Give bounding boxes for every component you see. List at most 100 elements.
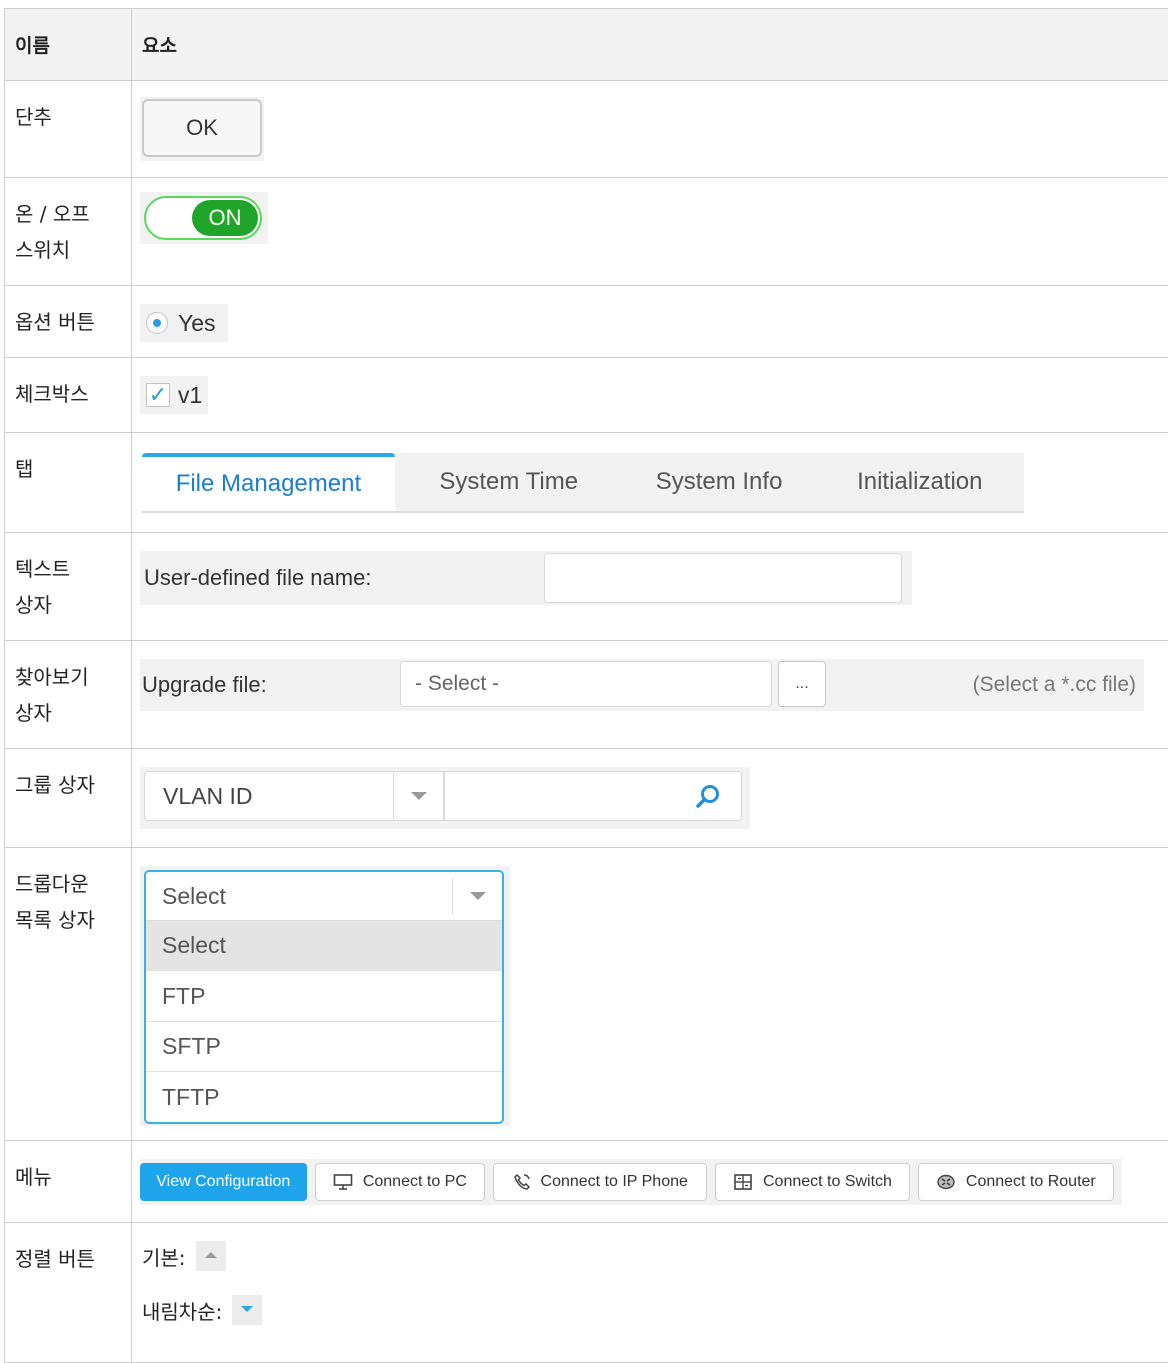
- browse-sample: Upgrade file: - Select - ... (Select a *…: [140, 659, 1144, 711]
- dropdown-option[interactable]: Select: [146, 921, 502, 971]
- row-name-text: 텍스트: [15, 551, 131, 587]
- connect-to-pc-button[interactable]: Connect to PC: [315, 1163, 486, 1201]
- row-element: File Management System Time System Info …: [132, 433, 1168, 533]
- tab-system-info[interactable]: System Info: [623, 453, 816, 511]
- row-tabs: 탭 File Management System Time System Inf…: [5, 433, 1168, 533]
- row-name: 옵션 버튼: [5, 286, 132, 358]
- row-name: 그룹 상자: [5, 749, 132, 848]
- row-name: 메뉴: [5, 1141, 132, 1223]
- vlan-search-input[interactable]: [444, 771, 742, 821]
- row-name-text: 옵션 버튼: [15, 304, 131, 340]
- tab-initialization[interactable]: Initialization: [816, 453, 1024, 511]
- row-element: 기본: 내림차순:: [132, 1223, 1168, 1363]
- row-element: View Configuration Connect to PC Co: [132, 1141, 1168, 1223]
- row-name-text: 찾아보기: [15, 659, 131, 695]
- row-element: User-defined file name:: [132, 533, 1168, 641]
- divider: [393, 772, 394, 820]
- dropdown-option[interactable]: FTP: [146, 972, 502, 1022]
- sort-up-icon: [205, 1252, 217, 1258]
- row-name-text: 탭: [15, 451, 131, 487]
- tab-system-time[interactable]: System Time: [395, 453, 623, 511]
- row-element: VLAN ID: [132, 749, 1168, 848]
- connect-to-ip-phone-button[interactable]: Connect to IP Phone: [493, 1163, 707, 1201]
- row-name-text: 상자: [15, 587, 131, 623]
- row-switch: 온 / 오프 스위치 ON: [5, 178, 1168, 286]
- on-off-switch[interactable]: ON: [144, 196, 262, 240]
- sort-descending-button[interactable]: [232, 1295, 262, 1325]
- switch-sample: ON: [140, 192, 268, 244]
- row-menu: 메뉴 View Configuration Connect to PC: [5, 1141, 1168, 1223]
- group-box-sample: VLAN ID: [140, 767, 750, 829]
- phone-icon: [513, 1173, 531, 1191]
- row-name: 온 / 오프 스위치: [5, 178, 132, 286]
- tab-file-management[interactable]: File Management: [142, 453, 395, 511]
- ok-button-sample: OK: [140, 97, 264, 161]
- sort-descending-sample: 내림차순:: [142, 1295, 262, 1325]
- row-dropdown: 드롭다운 목록 상자 Select Select FTP SFTP TFTP: [5, 848, 1168, 1141]
- row-name: 찾아보기 상자: [5, 641, 132, 749]
- row-name: 텍스트 상자: [5, 533, 132, 641]
- row-element: ON: [132, 178, 1168, 286]
- connect-to-switch-button[interactable]: Connect to Switch: [715, 1163, 909, 1201]
- switch-icon: [733, 1173, 753, 1191]
- sort-ascending-button[interactable]: [196, 1241, 226, 1271]
- row-name-text: 메뉴: [15, 1159, 131, 1195]
- row-name-text: 온 / 오프: [15, 196, 131, 232]
- divider: [452, 878, 453, 914]
- monitor-icon: [333, 1173, 353, 1191]
- tab-bar: File Management System Time System Info …: [142, 453, 1024, 513]
- ok-button[interactable]: OK: [142, 99, 262, 157]
- dropdown-selected: Select: [162, 872, 226, 920]
- header-name: 이름: [5, 9, 132, 81]
- row-name-text: 단추: [15, 99, 131, 135]
- dropdown-option[interactable]: TFTP: [146, 1072, 502, 1122]
- menu-label: Connect to Router: [966, 1173, 1096, 1191]
- sort-down-icon: [241, 1306, 253, 1312]
- dropdown-option[interactable]: SFTP: [146, 1022, 502, 1072]
- row-name-text: 정렬 버튼: [15, 1241, 131, 1277]
- row-checkbox: 체크박스 ✓ v1: [5, 358, 1168, 433]
- row-textbox: 텍스트 상자 User-defined file name:: [5, 533, 1168, 641]
- switch-knob: ON: [192, 200, 258, 236]
- menu-label: Connect to Switch: [763, 1173, 892, 1191]
- check-icon: ✓: [149, 382, 167, 407]
- row-element: Select Select FTP SFTP TFTP: [132, 848, 1168, 1141]
- search-icon[interactable]: [695, 784, 721, 810]
- dropdown-select[interactable]: Select: [146, 872, 502, 921]
- row-group: 그룹 상자 VLAN ID: [5, 749, 1168, 848]
- row-name-text: 드롭다운: [15, 866, 131, 902]
- component-table: 이름 요소 단추 OK 온 / 오프 스위치 ON 옵션 버튼: [4, 8, 1168, 1363]
- row-name-text: 체크박스: [15, 376, 131, 412]
- vlan-select-text: VLAN ID: [163, 772, 252, 820]
- radio-button[interactable]: [146, 312, 168, 334]
- row-element: Yes: [132, 286, 1168, 358]
- row-name: 정렬 버튼: [5, 1223, 132, 1363]
- chevron-down-icon: [411, 792, 427, 800]
- connect-to-router-button[interactable]: Connect to Router: [918, 1163, 1114, 1201]
- row-browse: 찾아보기 상자 Upgrade file: - Select - ... (Se…: [5, 641, 1168, 749]
- upgrade-file-label: Upgrade file:: [142, 659, 267, 711]
- row-name: 탭: [5, 433, 132, 533]
- row-element: Upgrade file: - Select - ... (Select a *…: [132, 641, 1168, 749]
- file-name-input[interactable]: [544, 553, 902, 603]
- upgrade-file-select[interactable]: - Select -: [400, 661, 772, 707]
- row-sort: 정렬 버튼 기본: 내림차순:: [5, 1223, 1168, 1363]
- sort-default-label: 기본:: [142, 1242, 186, 1271]
- header-element: 요소: [132, 9, 1168, 81]
- file-hint: (Select a *.cc file): [973, 659, 1136, 711]
- row-radio: 옵션 버튼 Yes: [5, 286, 1168, 358]
- sort-default-sample: 기본:: [142, 1241, 226, 1271]
- row-name-text: 그룹 상자: [15, 767, 131, 803]
- row-name: 체크박스: [5, 358, 132, 433]
- sort-descending-label: 내림차순:: [142, 1296, 222, 1325]
- checkbox[interactable]: ✓: [146, 383, 170, 407]
- row-name-text: 상자: [15, 695, 131, 731]
- menu-label: View Configuration: [156, 1173, 290, 1191]
- row-element: ✓ v1: [132, 358, 1168, 433]
- vlan-select[interactable]: VLAN ID: [144, 771, 444, 821]
- dropdown-sample: Select Select FTP SFTP TFTP: [140, 866, 510, 1126]
- view-configuration-button[interactable]: View Configuration: [140, 1163, 307, 1201]
- header-row: 이름 요소: [5, 9, 1168, 81]
- browse-button[interactable]: ...: [778, 661, 826, 707]
- radio-label: Yes: [178, 310, 216, 337]
